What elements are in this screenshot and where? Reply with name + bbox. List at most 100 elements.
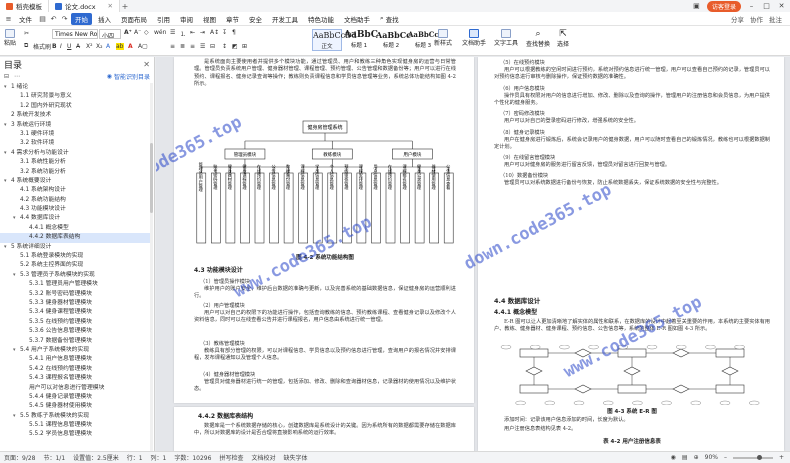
line-spacing-icon[interactable]: ↕ xyxy=(222,43,227,50)
toc-item[interactable]: 5.2 系统主控界面的实现 xyxy=(0,261,150,270)
share-button[interactable]: 分享 xyxy=(731,14,744,24)
quick-save-icon[interactable]: ▤ xyxy=(38,15,47,23)
toc-item[interactable]: 4.4.1 概念模型 xyxy=(0,224,150,233)
style-heading-1[interactable]: AaBbC 标题 1 xyxy=(344,29,378,51)
toc-item[interactable]: 5.3.4 健身课程管理模块 xyxy=(0,308,150,317)
toc-item[interactable]: ▾ 4 系统概要设计 xyxy=(0,177,150,186)
toc-item[interactable]: 5.3.2 账号密码管理模块 xyxy=(0,290,150,299)
menu-security[interactable]: 安全 xyxy=(245,13,266,25)
toc-item[interactable]: 5.4.4 健身记录管理模块 xyxy=(0,393,150,402)
sort-icon[interactable]: ↧ xyxy=(222,29,227,36)
tab-document[interactable]: 论文.docx ✕ xyxy=(48,0,120,12)
toc-item[interactable]: 3.2 系统功能分析 xyxy=(0,168,150,177)
align-right-icon[interactable]: ≡ xyxy=(190,43,195,50)
select-button[interactable]: ⇱ 选择 xyxy=(557,29,569,48)
bullet-list-icon[interactable]: ☰ xyxy=(170,29,175,36)
toc-item[interactable]: 5.5.1 课程信息管理模块 xyxy=(0,421,150,430)
close-window-icon[interactable]: ✕ xyxy=(777,2,786,10)
toc-item[interactable]: ▾ 4 需求分析与功能设计 xyxy=(0,149,150,158)
italic-icon[interactable]: I xyxy=(60,43,62,50)
number-list-icon[interactable]: ⒈ xyxy=(180,29,186,38)
zoom-level[interactable]: 90% xyxy=(705,454,718,461)
expand-caret-icon[interactable]: ▾ xyxy=(4,243,11,252)
menu-file[interactable]: 文件 xyxy=(15,13,36,25)
expand-caret-icon[interactable]: ▾ xyxy=(13,214,20,223)
maximize-icon[interactable]: □ xyxy=(762,2,771,10)
highlight-icon[interactable]: ab xyxy=(116,43,124,50)
tab-list-icon[interactable]: ▣ xyxy=(692,2,701,10)
toc-item[interactable]: 5.4.2 在线预约管理模块 xyxy=(0,365,150,374)
menu-chapter[interactable]: 章节 xyxy=(222,13,243,25)
menu-doc-assistant[interactable]: 文档助手 xyxy=(340,13,374,25)
font-size-select[interactable]: 小四 xyxy=(99,29,121,39)
zoom-in-icon[interactable]: + xyxy=(779,454,784,461)
page-right[interactable]: （5）在线预约模块 用户可以根据教练的空闲时间进行预约，系统对预约信息进行统一管理… xyxy=(478,57,784,451)
menu-developer[interactable]: 开发工具 xyxy=(268,13,302,25)
new-tab-icon[interactable]: + xyxy=(120,2,130,11)
text-effect-icon[interactable]: A xyxy=(106,43,110,50)
hamburger-icon[interactable]: ≡ xyxy=(4,15,13,23)
expand-caret-icon[interactable]: ▾ xyxy=(4,83,11,92)
menu-insert[interactable]: 插入 xyxy=(94,13,115,25)
scrollbar-thumb[interactable] xyxy=(150,143,153,213)
toc-item[interactable]: ▾ 5 系统详细设计 xyxy=(0,243,150,252)
find-replace-button[interactable]: ⌕ 查找替换 xyxy=(526,29,550,48)
zoom-slider-knob[interactable] xyxy=(756,454,762,460)
toc-item[interactable]: 5.5.2 学员信息管理模块 xyxy=(0,430,150,439)
toc-item[interactable]: 5.4.1 用户信息管理模块 xyxy=(0,355,150,364)
new-style-button[interactable]: 新样式 xyxy=(434,29,452,47)
toc-item[interactable]: 4.1 系统架构设计 xyxy=(0,186,150,195)
cut-icon[interactable]: ✂ xyxy=(24,30,29,37)
chinese-layout-icon[interactable]: A↕ xyxy=(210,29,219,36)
toc-item[interactable]: ▾ 3 系统运行环境 xyxy=(0,121,150,130)
style-heading-2[interactable]: AaBbCc 标题 2 xyxy=(376,29,411,51)
align-left-icon[interactable]: ≡ xyxy=(170,43,175,50)
toc-item[interactable]: 3.1 系统性能分析 xyxy=(0,158,150,167)
style-normal[interactable]: AaBbCcDd 正文 xyxy=(312,29,357,51)
expand-caret-icon[interactable]: ▾ xyxy=(13,346,20,355)
toc-scrollbar[interactable] xyxy=(150,83,153,451)
toc-item[interactable]: 5.3.5 在线预约管理模块 xyxy=(0,318,150,327)
toc-item[interactable]: 5.1 系统登录模块的实现 xyxy=(0,252,150,261)
paste-button[interactable]: 粘贴 xyxy=(4,29,16,47)
page-view-icon[interactable]: ▤ xyxy=(682,454,688,461)
copy-icon[interactable]: ⧉ xyxy=(24,42,28,50)
font-name-select[interactable]: Times New Roma xyxy=(52,29,98,39)
superscript-icon[interactable]: X² xyxy=(86,43,93,50)
toc-item[interactable]: 4.3 功能模块设计 xyxy=(0,205,150,214)
menu-page-layout[interactable]: 页面布局 xyxy=(117,13,151,25)
page-left[interactable]: 是系统面向主要使用者并提供多个模块功能，通过管理员、用户和教练三种角色实现健身房… xyxy=(174,57,474,403)
toc-item[interactable]: 5.4.3 课程报名管理模块 xyxy=(0,374,150,383)
grow-font-icon[interactable]: A⁺ xyxy=(124,29,132,36)
toc-item[interactable]: 4.4.2 数据库表结构 xyxy=(0,233,150,243)
pinyin-icon[interactable]: wén xyxy=(154,29,166,36)
document-workspace[interactable]: 是系统面向主要使用者并提供多个模块功能，通过管理员、用户和教练三种角色实现健身房… xyxy=(156,57,790,451)
word-count[interactable]: 字数：10296 xyxy=(174,453,211,462)
menu-view[interactable]: 视图 xyxy=(199,13,220,25)
smart-toc-button[interactable]: ◉ 智能识别目录 xyxy=(107,72,150,81)
toc-item[interactable]: 3.2 软件环境 xyxy=(0,139,150,148)
expand-caret-icon[interactable]: ▾ xyxy=(4,177,11,186)
expand-caret-icon[interactable]: ▾ xyxy=(13,412,20,421)
align-center-icon[interactable]: ≣ xyxy=(180,43,185,50)
eye-protect-icon[interactable]: ◉ xyxy=(671,454,676,461)
menu-search[interactable]: ⌕ 查找 xyxy=(380,14,399,24)
toc-item[interactable]: 5.3.3 健身器材管理模块 xyxy=(0,299,150,308)
toc-item[interactable]: 1.1 研究背景与意义 xyxy=(0,92,150,101)
toc-item[interactable]: 5.3.6 公告信息管理模块 xyxy=(0,327,150,336)
doc-proof-button[interactable]: 文档校对 xyxy=(251,453,275,462)
toc-item[interactable]: ▾ 4.4 数据库设计 xyxy=(0,214,150,223)
justify-icon[interactable]: ☰ xyxy=(200,43,205,50)
toc-item[interactable]: 3.1 硬件环境 xyxy=(0,130,150,139)
toc-more-icon[interactable]: ⋯ xyxy=(14,73,20,80)
close-panel-icon[interactable]: ✕ xyxy=(143,60,150,69)
format-painter-button[interactable]: 格式刷 xyxy=(33,42,51,51)
toc-item[interactable]: 4.2 系统功能结构 xyxy=(0,196,150,205)
redo-icon[interactable]: ↷ xyxy=(60,15,69,23)
login-button[interactable]: 访客登录 xyxy=(706,0,741,12)
toc-item[interactable]: ▾ 5.5 教练子系统模块的实现 xyxy=(0,412,150,421)
toc-item[interactable]: ▾ 1 绪论 xyxy=(0,83,150,92)
doc-assistant-button[interactable]: 文档助手 xyxy=(462,29,486,47)
increase-indent-icon[interactable]: ⇥ xyxy=(200,29,205,36)
decrease-indent-icon[interactable]: ⇤ xyxy=(190,29,195,36)
